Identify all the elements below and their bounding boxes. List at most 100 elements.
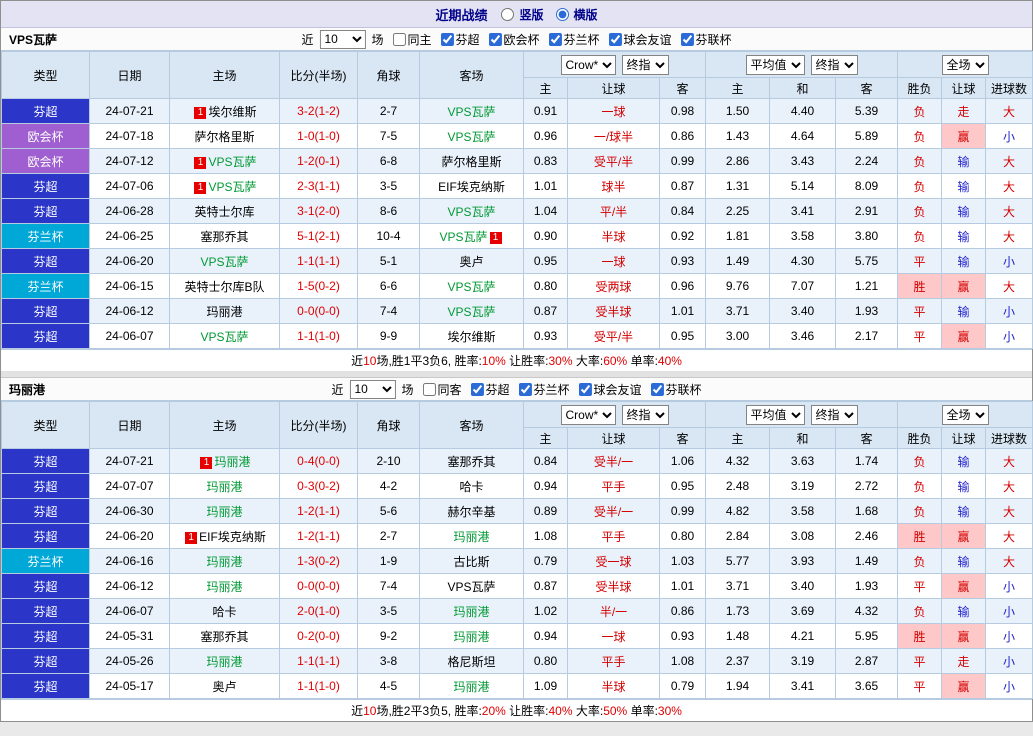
summary-segment: 10 — [363, 354, 377, 368]
handicap-cell: 平/半 — [567, 198, 660, 224]
odds-time-select[interactable]: 终指 — [621, 404, 669, 425]
view-radio[interactable] — [555, 7, 569, 21]
home-team-cell: 英特士尔库 — [169, 198, 280, 224]
avg-draw-cell: 3.19 — [769, 473, 837, 499]
avg-draw-cell: 3.58 — [769, 498, 837, 524]
checkbox-input[interactable] — [470, 382, 484, 396]
goals-result-cell: 小 — [985, 298, 1033, 324]
home-team-name: VPS瓦萨 — [208, 179, 257, 194]
odds-away-cell: 0.86 — [658, 123, 707, 149]
checkbox-input[interactable] — [488, 32, 502, 46]
summary-segment: 单率: — [627, 354, 658, 368]
avg-draw-cell: 3.63 — [769, 448, 837, 474]
avg-source-select[interactable]: 平均值 — [745, 54, 805, 75]
competition-checkbox[interactable]: 芬联杯 — [650, 381, 702, 398]
avg-home-cell: 1.73 — [705, 598, 771, 624]
competition-checkbox[interactable]: 球会友谊 — [608, 31, 672, 48]
home-team-cell: VPS瓦萨 — [169, 248, 280, 274]
avg-away-cell: 1.93 — [835, 573, 899, 599]
competition-checkbox[interactable]: 芬兰杯 — [518, 381, 570, 398]
date-cell: 24-05-17 — [89, 673, 170, 699]
home-team-cell: 1 玛丽港 — [169, 448, 280, 474]
home-team-name: 塞那乔其 — [200, 629, 249, 644]
checkbox-input[interactable] — [680, 32, 694, 46]
avg-source-select[interactable]: 平均值 — [745, 404, 805, 425]
checkbox-input[interactable] — [440, 32, 454, 46]
odds-away-cell: 0.86 — [658, 598, 707, 624]
result-cell: 负 — [897, 173, 943, 199]
away-team-name: 哈卡 — [459, 479, 484, 494]
avg-time-select[interactable]: 终指 — [810, 54, 858, 75]
checkbox-input[interactable] — [392, 32, 406, 46]
checkbox-input[interactable] — [650, 382, 664, 396]
competition-checkbox[interactable]: 芬联杯 — [680, 31, 732, 48]
same-venue-checkbox[interactable]: 同客 — [422, 381, 461, 398]
date-cell: 24-06-28 — [89, 198, 170, 224]
result-cell: 胜 — [897, 623, 943, 649]
odds-source-select[interactable]: Crow* — [560, 404, 616, 425]
sub-column-header: 让球 — [941, 77, 987, 99]
odds-home-cell: 0.80 — [523, 273, 568, 299]
result-cell: 平 — [897, 673, 943, 699]
same-venue-label: 同主 — [407, 32, 432, 47]
rank-badge: 1 — [200, 456, 213, 469]
league-cell: 芬超 — [1, 573, 90, 599]
odds-time-select[interactable]: 终指 — [621, 54, 669, 75]
score-cell: 5-1(2-1) — [279, 223, 358, 249]
away-team-name: 玛丽港 — [453, 629, 490, 644]
checkbox-input[interactable] — [608, 32, 622, 46]
date-cell: 24-07-07 — [89, 473, 170, 499]
odds-home-cell: 0.95 — [523, 248, 568, 274]
score-cell: 1-1(1-0) — [279, 673, 358, 699]
score-cell: 1-1(1-0) — [279, 323, 358, 349]
checkbox-input[interactable] — [578, 382, 592, 396]
rank-badge: 1 — [194, 181, 207, 194]
odds-away-cell: 0.95 — [658, 473, 707, 499]
avg-home-cell: 1.43 — [705, 123, 771, 149]
recent-count-select[interactable]: 10 — [319, 29, 366, 49]
odds-away-cell: 0.84 — [658, 198, 707, 224]
goals-result-cell: 小 — [985, 573, 1033, 599]
odds-home-cell: 0.84 — [523, 448, 568, 474]
odds-source-select[interactable]: Crow* — [560, 54, 616, 75]
checkbox-input[interactable] — [422, 382, 436, 396]
checkbox-input[interactable] — [548, 32, 562, 46]
same-venue-checkbox[interactable]: 同主 — [392, 31, 431, 48]
view-radio[interactable] — [501, 7, 515, 21]
scope-select[interactable]: 全场 — [941, 54, 989, 75]
avg-draw-cell: 3.40 — [769, 298, 837, 324]
avg-home-cell: 3.00 — [705, 323, 771, 349]
avg-home-cell: 2.84 — [705, 523, 771, 549]
view-option[interactable]: 竖版 — [501, 6, 544, 23]
view-option[interactable]: 横版 — [555, 6, 598, 23]
away-team-cell: VPS瓦萨 — [419, 273, 524, 299]
competition-checkbox[interactable]: 芬超 — [470, 381, 510, 398]
avg-away-cell: 4.32 — [835, 598, 899, 624]
avg-draw-cell: 3.69 — [769, 598, 837, 624]
match-row: 芬超 24-06-07 VPS瓦萨 1-1(1-0) 9-9 埃尔维斯 0.93 受平/半 0.… — [1, 323, 1033, 349]
section-header-bar: 玛丽港 近 10 场 同客 芬超 芬兰杯 球会友谊 芬联杯 — [1, 378, 1032, 401]
odds-home-cell: 0.91 — [523, 98, 568, 124]
team-section: VPS瓦萨近 10 场同主 芬超 欧会杯 芬兰杯 球会友谊 芬联杯 类型 日期 主场 比分(半场) 角球… — [1, 28, 1033, 371]
home-team-cell: 玛丽港 — [169, 548, 280, 574]
competition-checkbox[interactable]: 芬超 — [440, 31, 480, 48]
avg-home-cell: 5.77 — [705, 548, 771, 574]
odds-home-cell: 0.80 — [523, 648, 568, 674]
avg-time-select[interactable]: 终指 — [810, 404, 858, 425]
competition-checkbox[interactable]: 欧会杯 — [488, 31, 540, 48]
recent-count-select[interactable]: 10 — [349, 379, 396, 399]
column-header: 比分(半场) — [279, 401, 358, 449]
scope-select[interactable]: 全场 — [941, 404, 989, 425]
league-cell: 芬超 — [1, 648, 90, 674]
away-team-cell: 萨尔格里斯 — [419, 148, 524, 174]
competition-checkbox[interactable]: 芬兰杯 — [548, 31, 600, 48]
competition-checkbox[interactable]: 球会友谊 — [578, 381, 642, 398]
away-team-name: VPS瓦萨 — [447, 204, 496, 219]
away-team-name: VPS瓦萨 — [447, 279, 496, 294]
avg-away-cell: 1.93 — [835, 298, 899, 324]
column-header: 类型 — [1, 401, 90, 449]
odds-header-cell: Crow* 终指 — [522, 401, 707, 428]
score-cell: 0-3(0-2) — [279, 473, 358, 499]
away-team-name: VPS瓦萨 — [447, 129, 496, 144]
checkbox-input[interactable] — [518, 382, 532, 396]
